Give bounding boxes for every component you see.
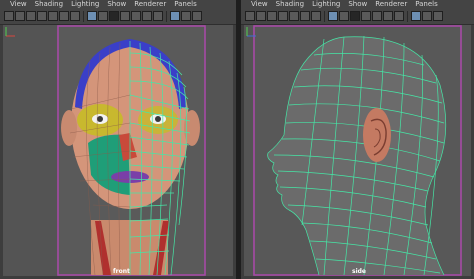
scale-icon[interactable] (300, 11, 310, 21)
camera-label: front (113, 268, 130, 275)
grid-icon[interactable] (70, 11, 80, 21)
panel-toolbar (0, 9, 236, 25)
axis-gizmo-icon (246, 27, 256, 37)
resolution-icon[interactable] (170, 11, 180, 21)
grid-icon[interactable] (311, 11, 321, 21)
shadow-icon[interactable] (372, 11, 382, 21)
menu-show[interactable]: Show (103, 0, 130, 9)
menu-renderer[interactable]: Renderer (130, 0, 170, 9)
textured-icon[interactable] (350, 11, 360, 21)
toolbar-separator (324, 11, 325, 22)
menu-shading[interactable]: Shading (31, 0, 67, 9)
move-icon[interactable] (37, 11, 47, 21)
shadow-icon[interactable] (131, 11, 141, 21)
menu-shading[interactable]: Shading (272, 0, 308, 9)
panel-menubar: View Shading Lighting Show Renderer Pane… (0, 0, 236, 9)
safe-frame-icon[interactable] (192, 11, 202, 21)
ear-left (61, 110, 77, 146)
side-viewport[interactable]: side (244, 25, 471, 276)
select-icon[interactable] (4, 11, 14, 21)
scale-icon[interactable] (59, 11, 69, 21)
lights-icon[interactable] (361, 11, 371, 21)
menu-lighting[interactable]: Lighting (67, 0, 103, 9)
menu-panels[interactable]: Panels (170, 0, 201, 9)
textured-icon[interactable] (109, 11, 119, 21)
select-icon[interactable] (245, 11, 255, 21)
toolbar-separator (166, 11, 167, 22)
panel-menubar: View Shading Lighting Show Renderer Pane… (241, 0, 474, 9)
pupil-left (97, 116, 103, 122)
camera-label: side (352, 268, 366, 275)
toolbar-separator (83, 11, 84, 22)
smooth-shade-icon[interactable] (339, 11, 349, 21)
wireframe-icon[interactable] (328, 11, 338, 21)
rotate-icon[interactable] (289, 11, 299, 21)
xray-icon[interactable] (383, 11, 393, 21)
wireframe-icon[interactable] (87, 11, 97, 21)
safe-frame-icon[interactable] (433, 11, 443, 21)
side-view-panel: View Shading Lighting Show Renderer Pane… (241, 0, 474, 279)
isolate-icon[interactable] (394, 11, 404, 21)
pupil-right (155, 116, 161, 122)
lasso-icon[interactable] (15, 11, 25, 21)
rotate-icon[interactable] (48, 11, 58, 21)
move-icon[interactable] (278, 11, 288, 21)
menu-view[interactable]: View (241, 0, 272, 9)
side-head-render (253, 25, 462, 276)
menu-panels[interactable]: Panels (411, 0, 442, 9)
menu-renderer[interactable]: Renderer (371, 0, 411, 9)
isolate-icon[interactable] (153, 11, 163, 21)
smooth-shade-icon[interactable] (98, 11, 108, 21)
front-viewport[interactable]: front (3, 25, 233, 276)
paint-icon[interactable] (267, 11, 277, 21)
panel-toolbar (241, 9, 474, 25)
axis-gizmo-icon (5, 27, 15, 37)
toolbar-separator (407, 11, 408, 22)
camera-gate-icon[interactable] (181, 11, 191, 21)
front-head-render (57, 25, 206, 276)
lasso-icon[interactable] (256, 11, 266, 21)
menu-lighting[interactable]: Lighting (308, 0, 344, 9)
resolution-icon[interactable] (411, 11, 421, 21)
camera-gate-icon[interactable] (422, 11, 432, 21)
front-view-panel: View Shading Lighting Show Renderer Pane… (0, 0, 236, 279)
paint-icon[interactable] (26, 11, 36, 21)
lights-icon[interactable] (120, 11, 130, 21)
menu-view[interactable]: View (0, 0, 31, 9)
menu-show[interactable]: Show (344, 0, 371, 9)
xray-icon[interactable] (142, 11, 152, 21)
